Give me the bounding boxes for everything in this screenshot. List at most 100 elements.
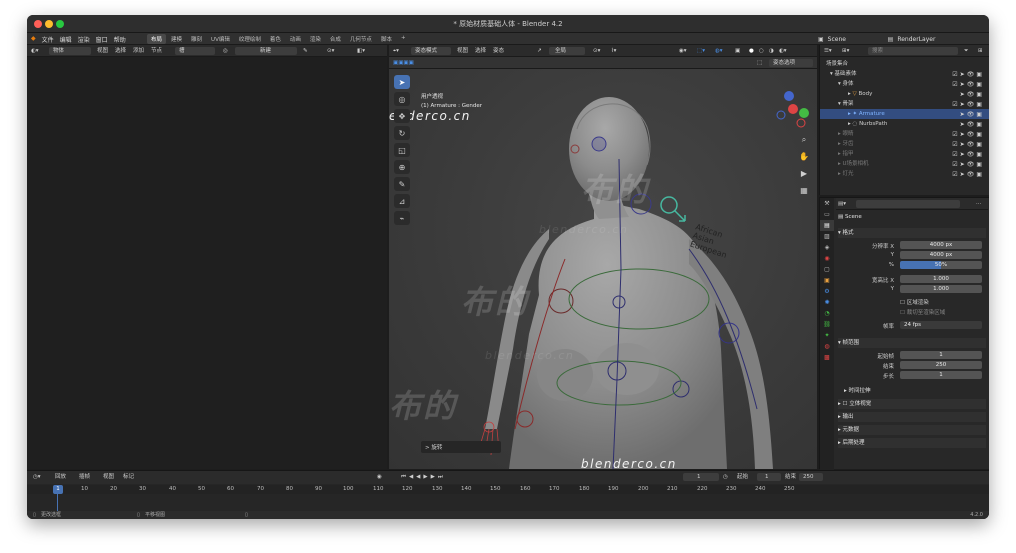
data-tab-icon[interactable]: ✦	[820, 330, 834, 341]
playback-controls[interactable]: ⏮◀◀▶▶⏭	[401, 473, 446, 481]
scene-tab-icon[interactable]: ◈	[820, 242, 834, 253]
tool-tab-icon[interactable]: ⚒	[820, 198, 834, 209]
scene-name[interactable]: Scene	[828, 36, 884, 43]
frame-start-field[interactable]: 1	[900, 351, 982, 359]
outliner-row-teeth[interactable]: ▸ 牙齿 ☑➤👁▣	[820, 139, 989, 149]
tab-rendering[interactable]: 渲染	[306, 34, 325, 44]
pin-icon[interactable]: ✎	[303, 47, 308, 55]
menu-marker[interactable]: 标记	[123, 473, 134, 481]
tab-shading[interactable]: 着色	[266, 34, 285, 44]
particles-tab-icon[interactable]: ✺	[820, 297, 834, 308]
transform-tool-icon[interactable]: ⊕	[394, 160, 410, 174]
view-layer-tab-icon[interactable]: ▨	[820, 231, 834, 242]
outliner-row-body-mesh[interactable]: ▸ ▽ Body ➤👁▣	[820, 89, 989, 99]
outliner-row-body-collection[interactable]: ▾ 身体 ☑➤👁▣	[820, 79, 989, 89]
modifier-tab-icon[interactable]: ⚙	[820, 286, 834, 297]
clock-icon[interactable]: ◷	[723, 473, 728, 481]
tab-sculpting[interactable]: 雕刻	[187, 34, 206, 44]
editor-type-icon[interactable]: ⌖▾	[393, 47, 399, 55]
outliner-row-scene-collection[interactable]: 场景集合	[820, 59, 989, 69]
render-region-checkbox[interactable]: ☐ 区域渲染	[900, 298, 986, 306]
grid-icon[interactable]: ▦	[797, 184, 811, 198]
material-icon[interactable]: ◎	[223, 47, 228, 55]
view-layer-name[interactable]: RenderLayer	[897, 36, 935, 43]
outliner-row-base-body[interactable]: ▾ 基础素体 ☑➤👁▣	[820, 69, 989, 79]
node-editor[interactable]: ◐▾ 物体 视图 选择 添加 节点 槽 ◎ 新建 ✎ ⊙▾ ◧▾	[27, 45, 387, 469]
format-section-header[interactable]: ▾ 格式	[838, 228, 986, 238]
move-tool-icon[interactable]: ✥	[394, 109, 410, 123]
stereoscopy-section[interactable]: ▸ ☐ 立体视觉	[838, 399, 986, 409]
add-workspace-button[interactable]: +	[397, 34, 410, 44]
sidebar-toggle-icon[interactable]: ◧▾	[357, 47, 365, 55]
measure-tool-icon[interactable]: ⊿	[394, 194, 410, 208]
menu-select[interactable]: 选择	[115, 47, 126, 55]
editor-type-icon[interactable]: ▤▾	[838, 200, 846, 208]
transform-orientation-icon[interactable]: ↗	[537, 47, 542, 55]
pivot-icon[interactable]: ⊙▾	[593, 47, 600, 55]
resolution-percent-slider[interactable]: 50%	[900, 261, 982, 269]
menu-view[interactable]: 视图	[103, 473, 114, 481]
res-x-field[interactable]: 4000 px	[900, 241, 982, 249]
overlay-icon[interactable]: ◍▾	[715, 47, 723, 55]
material-shading-icon[interactable]: ◑	[769, 47, 774, 55]
menu-window[interactable]: 窗口	[96, 35, 108, 44]
frame-ruler[interactable]: 1 10 20 30 40 50 60 70 80 90 100 110 120…	[27, 485, 989, 494]
annotate-tool-icon[interactable]: ✎	[394, 177, 410, 191]
output-tab-icon[interactable]: ▤	[820, 220, 834, 231]
output-section[interactable]: ▸ 输出	[838, 412, 986, 422]
outliner-row-nails[interactable]: ▸ 指甲 ☑➤👁▣	[820, 149, 989, 159]
current-frame-field[interactable]	[683, 473, 719, 481]
outliner-row-camera[interactable]: ▸ U场景相机 ☑➤👁▣	[820, 159, 989, 169]
blender-logo-icon[interactable]: ◆	[31, 35, 36, 44]
frame-range-section-header[interactable]: ▾ 帧范围	[838, 338, 986, 348]
options-icon[interactable]: ⋯	[976, 200, 982, 208]
object-tab-icon[interactable]: ▣	[820, 275, 834, 286]
tab-animation[interactable]: 动画	[286, 34, 305, 44]
last-operation-panel[interactable]: > 旋转	[421, 441, 501, 453]
outliner-row-eyes[interactable]: ▸ 眼睛 ☑➤👁▣	[820, 129, 989, 139]
menu-select[interactable]: 选择	[475, 47, 486, 55]
tab-modeling[interactable]: 建模	[167, 34, 186, 44]
frame-end-field[interactable]: 250	[900, 361, 982, 369]
aspect-y-field[interactable]: 1.000	[900, 285, 982, 293]
post-processing-section[interactable]: ▸ 后期处理	[838, 438, 986, 448]
collection-tab-icon[interactable]: ▢	[820, 264, 834, 275]
frame-step-field[interactable]: 1	[900, 371, 982, 379]
menu-pose[interactable]: 姿态	[493, 47, 504, 55]
metadata-section[interactable]: ▸ 元数据	[838, 425, 986, 435]
filter-icon[interactable]: ⏷	[964, 47, 968, 55]
scale-tool-icon[interactable]: ◱	[394, 143, 410, 157]
material-tab-icon[interactable]: ◍	[820, 341, 834, 352]
outliner-row-nurbspath[interactable]: ▸ ◌ NurbsPath ➤👁▣	[820, 119, 989, 129]
bone-tool-icon[interactable]: ⌁	[394, 211, 410, 225]
gizmo-icon[interactable]: ⬚▾	[697, 47, 705, 55]
select-mode-icons[interactable]: ▣▣▣▣	[393, 59, 414, 67]
texture-tab-icon[interactable]: ▩	[820, 352, 834, 363]
tab-layout[interactable]: 布局	[147, 34, 167, 44]
menu-help[interactable]: 帮助	[114, 35, 126, 44]
new-collection-icon[interactable]: ⊞	[978, 47, 983, 55]
world-tab-icon[interactable]: ◉	[820, 253, 834, 264]
aspect-x-field[interactable]: 1.000	[900, 275, 982, 283]
menu-file[interactable]: 文件	[42, 35, 54, 44]
render-tab-icon[interactable]: ▭	[820, 209, 834, 220]
physics-tab-icon[interactable]: ◔	[820, 308, 834, 319]
camera-icon[interactable]: ▶	[797, 167, 811, 181]
menu-playback[interactable]: 回放	[55, 473, 66, 481]
menu-add[interactable]: 添加	[133, 47, 144, 55]
pan-hand-icon[interactable]: ✋	[797, 150, 811, 164]
tab-uv-editing[interactable]: UV编辑	[207, 34, 234, 44]
pose-options-icon[interactable]: ⬚	[757, 59, 762, 67]
outliner-row-lights[interactable]: ▸ 灯光 ☑➤👁▣	[820, 169, 989, 179]
menu-node[interactable]: 节点	[151, 47, 162, 55]
tab-geometry-nodes[interactable]: 几何节点	[346, 34, 376, 44]
navigation-gizmo[interactable]	[773, 89, 813, 129]
tab-scripting[interactable]: 脚本	[377, 34, 396, 44]
gender-symbol-icon[interactable]	[660, 196, 686, 222]
display-mode-icon[interactable]: ⊞▾	[842, 47, 849, 55]
overlay-icon[interactable]: ⊙▾	[327, 47, 334, 55]
outliner-row-armature[interactable]: ▸ ✦ Armature ➤👁▣	[820, 109, 989, 119]
snap-icon[interactable]: ⌇▾	[611, 47, 616, 55]
constraints-tab-icon[interactable]: ⛓	[820, 319, 834, 330]
rotate-tool-icon[interactable]: ↻	[394, 126, 410, 140]
